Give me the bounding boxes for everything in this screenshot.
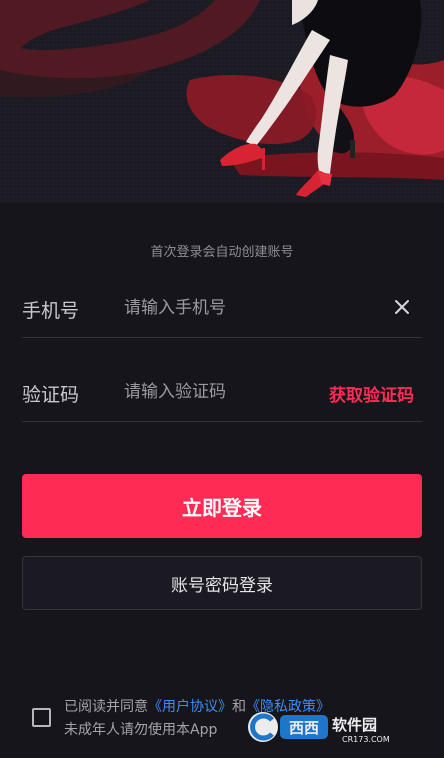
- login-screen: 首次登录会自动创建账号 手机号 验证码 获取验证码 立即登录 账号密码登录 已阅…: [0, 0, 444, 758]
- password-login-button[interactable]: 账号密码登录: [22, 556, 422, 610]
- svg-text:CR173.COM: CR173.COM: [342, 735, 390, 744]
- agreement-checkbox[interactable]: [32, 708, 51, 727]
- watermark-logo: 西西 软件园 CR173.COM: [246, 710, 426, 744]
- phone-row: 手机号: [22, 268, 422, 338]
- get-code-button[interactable]: 获取验证码: [329, 381, 414, 406]
- agreement-prefix: 已阅读并同意: [64, 699, 148, 715]
- svg-text:西西: 西西: [289, 719, 319, 737]
- code-row: 验证码 获取验证码: [22, 352, 422, 422]
- svg-text:软件园: 软件园: [332, 716, 377, 734]
- user-agreement-link[interactable]: 《用户协议》: [148, 699, 232, 715]
- auto-create-hint: 首次登录会自动创建账号: [150, 245, 294, 260]
- clear-icon[interactable]: [392, 297, 412, 317]
- agreement-and: 和: [232, 699, 246, 715]
- login-button[interactable]: 立即登录: [22, 474, 422, 538]
- phone-label: 手机号: [22, 300, 80, 322]
- minor-notice: 未成年人请勿使用本App: [64, 722, 218, 738]
- phone-input[interactable]: [122, 290, 376, 326]
- hero-illustration: [0, 0, 444, 203]
- illustration-graphic: [0, 0, 444, 203]
- code-label: 验证码: [22, 384, 80, 406]
